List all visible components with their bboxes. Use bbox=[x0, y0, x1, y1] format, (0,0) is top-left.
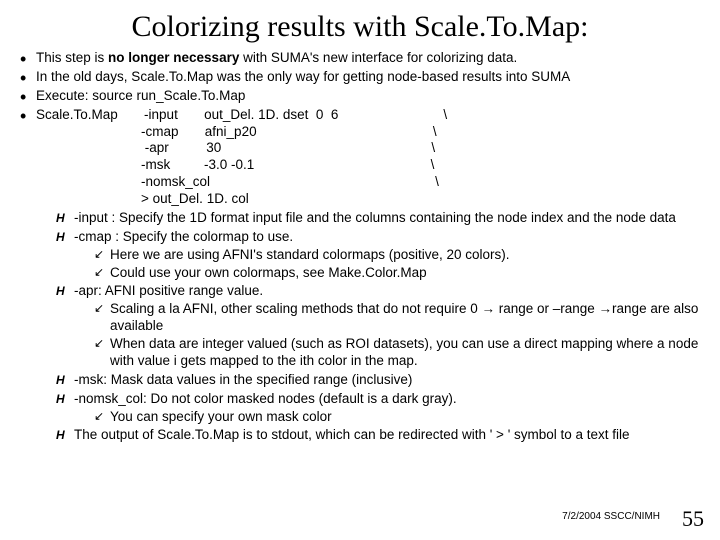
text: range or –range bbox=[495, 301, 599, 316]
list-item: Scaling a la AFNI, other scaling methods… bbox=[94, 301, 702, 335]
slide: Colorizing results with Scale.To.Map: Th… bbox=[0, 0, 720, 540]
sub-sub-list: You can specify your own mask color bbox=[74, 409, 702, 426]
footer-date: 7/2/2004 SSCC/NIMH bbox=[562, 511, 660, 522]
sub-sub-list: Here we are using AFNI's standard colorm… bbox=[74, 247, 702, 282]
page-title: Colorizing results with Scale.To.Map: bbox=[18, 10, 702, 44]
text: This step is bbox=[36, 50, 108, 65]
list-item: In the old days, Scale.To.Map was the on… bbox=[18, 69, 702, 86]
text: -apr: AFNI positive range value. bbox=[74, 283, 263, 298]
list-item: Here we are using AFNI's standard colorm… bbox=[94, 247, 702, 264]
list-item: Could use your own colormaps, see Make.C… bbox=[94, 265, 702, 282]
sub-sub-list: Scaling a la AFNI, other scaling methods… bbox=[74, 301, 702, 370]
bullet-list: This step is no longer necessary with SU… bbox=[18, 50, 702, 444]
arrow-icon: → bbox=[481, 301, 495, 316]
list-item: -input : Specify the 1D format input fil… bbox=[56, 210, 702, 227]
sub-list: -input : Specify the 1D format input fil… bbox=[36, 210, 702, 444]
list-item: This step is no longer necessary with SU… bbox=[18, 50, 702, 67]
list-item: -msk: Mask data values in the specified … bbox=[56, 372, 702, 389]
list-item: Scale.To.Map -input out_Del. 1D. dset 0 … bbox=[18, 107, 702, 445]
text: -nomsk_col: Do not color masked nodes (d… bbox=[74, 391, 457, 406]
list-item: Execute: source run_Scale.To.Map bbox=[18, 88, 702, 105]
text: -cmap : Specify the colormap to use. bbox=[74, 229, 293, 244]
list-item: When data are integer valued (such as RO… bbox=[94, 336, 702, 370]
page-number: 55 bbox=[682, 506, 704, 532]
list-item: You can specify your own mask color bbox=[94, 409, 702, 426]
code-block: Scale.To.Map -input out_Del. 1D. dset 0 … bbox=[36, 107, 702, 208]
list-item: -nomsk_col: Do not color masked nodes (d… bbox=[56, 391, 702, 426]
text-bold: no longer necessary bbox=[108, 50, 239, 65]
text: Scaling a la AFNI, other scaling methods… bbox=[110, 301, 481, 316]
list-item: The output of Scale.To.Map is to stdout,… bbox=[56, 427, 702, 444]
text: with SUMA's new interface for colorizing… bbox=[239, 50, 517, 65]
arrow-icon: → bbox=[599, 301, 613, 316]
list-item: -apr: AFNI positive range value. Scaling… bbox=[56, 283, 702, 369]
list-item: -cmap : Specify the colormap to use. Her… bbox=[56, 229, 702, 282]
